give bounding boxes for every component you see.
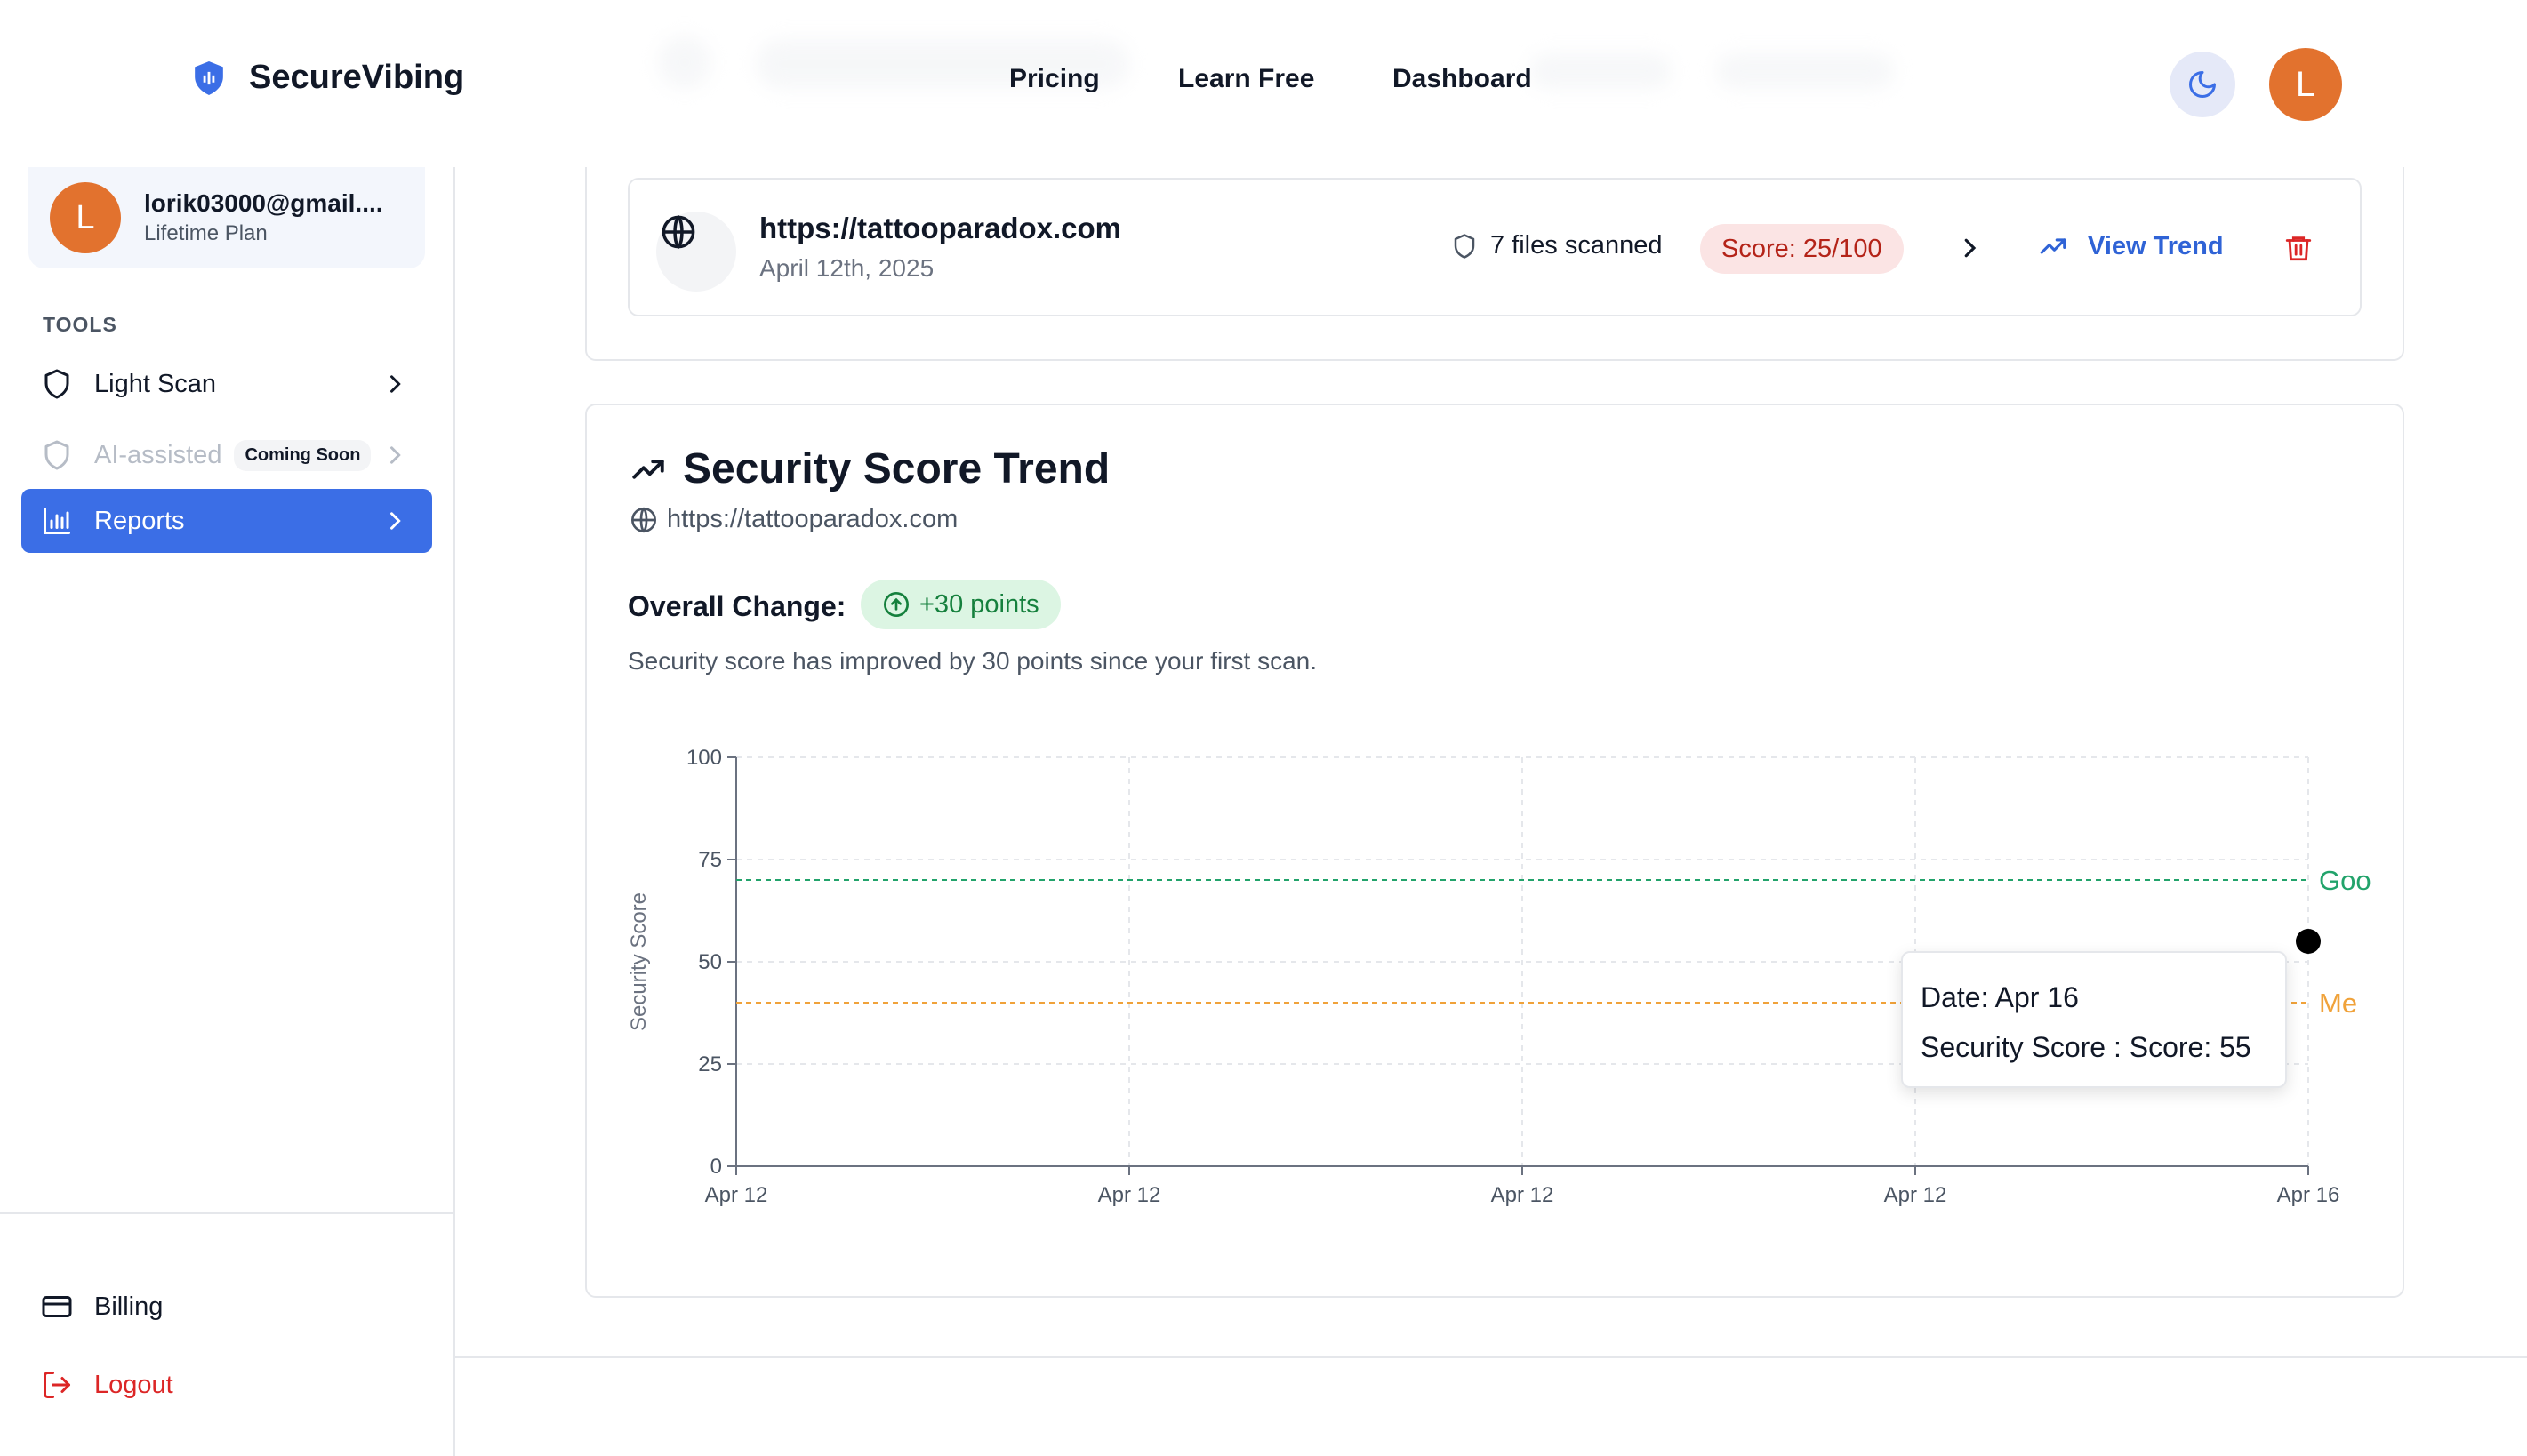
improvement-text: Security score has improved by 30 points…	[628, 647, 1318, 675]
reference-line-label: Goo	[2319, 865, 2371, 896]
view-trend-button[interactable]: View Trend	[2038, 231, 2224, 261]
data-point	[2296, 929, 2321, 954]
user-plan: Lifetime Plan	[144, 221, 268, 245]
reference-line-label: Me	[2319, 988, 2357, 1019]
shield-logo-icon	[195, 60, 223, 95]
sidebar-item-ai-assisted: AI-assisted Coming Soon	[21, 423, 432, 487]
arrow-up-circle-icon	[884, 592, 909, 617]
theme-toggle-button[interactable]	[2170, 52, 2235, 117]
sidebar-item-label: Light Scan	[94, 369, 217, 398]
y-tick-label: 75	[698, 848, 722, 872]
nav-dashboard[interactable]: Dashboard	[1392, 64, 1532, 94]
sidebar-item-label: Reports	[94, 506, 185, 535]
trend-url: https://tattooparadox.com	[630, 505, 958, 534]
overall-change-label: Overall Change:	[628, 590, 846, 622]
coming-soon-badge: Coming Soon	[234, 439, 372, 471]
trending-up-icon	[632, 459, 664, 479]
y-axis-label: Security Score	[627, 892, 651, 1031]
chevron-right-icon	[390, 446, 401, 464]
change-value: +30 points	[919, 589, 1039, 619]
y-tick-label: 25	[698, 1052, 722, 1076]
tooltip-date: Date: Apr 16	[1921, 981, 2079, 1013]
avatar: L	[50, 182, 121, 253]
y-tick-label: 100	[686, 746, 722, 770]
user-email: lorik03000@gmail....	[144, 189, 383, 217]
user-card[interactable]: L lorik03000@gmail.... Lifetime Plan	[28, 167, 425, 268]
trend-title: Security Score Trend	[630, 444, 1110, 493]
scan-url: https://tattooparadox.com	[759, 212, 1122, 244]
user-avatar[interactable]: L	[2269, 48, 2342, 121]
chevron-right-icon	[390, 512, 401, 530]
files-scanned-label: 7 files scanned	[1490, 231, 1663, 260]
trash-icon[interactable]	[2283, 233, 2314, 263]
brand-logo[interactable]: SecureVibing	[192, 59, 464, 97]
chevron-right-icon	[390, 375, 401, 393]
bar-chart-icon	[44, 508, 70, 534]
trending-up-icon	[2040, 238, 2066, 254]
sidebar-item-billing[interactable]: Billing	[21, 1275, 432, 1339]
shield-icon	[44, 440, 69, 470]
sidebar-item-logout[interactable]: Logout	[21, 1353, 432, 1417]
trend-title-text: Security Score Trend	[683, 445, 1111, 492]
sidebar-item-label: AI-assisted	[94, 440, 222, 469]
shield-icon	[1454, 233, 1475, 259]
logout-icon	[44, 1372, 70, 1398]
chart-tooltip: Date: Apr 16 Security Score : Score: 55	[1901, 951, 2287, 1088]
tooltip-score: Security Score : Score: 55	[1921, 1031, 2251, 1063]
credit-card-icon	[42, 1296, 72, 1317]
brand-name: SecureVibing	[249, 59, 465, 96]
tools-heading: TOOLS	[43, 313, 117, 336]
x-tick-label: Apr 12	[705, 1183, 768, 1207]
moon-icon	[2189, 71, 2216, 98]
sidebar-item-light-scan[interactable]: Light Scan	[21, 352, 432, 416]
globe-icon	[631, 506, 656, 533]
x-tick-label: Apr 16	[2277, 1183, 2340, 1207]
x-tick-label: Apr 12	[1098, 1183, 1161, 1207]
x-tick-label: Apr 12	[1491, 1183, 1554, 1207]
change-badge: +30 points	[861, 580, 1061, 629]
nav-pricing[interactable]: Pricing	[1009, 64, 1100, 94]
top-header: SecureVibing Pricing Learn Free Dashboar…	[0, 0, 2527, 167]
sidebar-divider	[0, 1212, 455, 1214]
globe-icon	[662, 214, 695, 250]
x-tick-label: Apr 12	[1884, 1183, 1947, 1207]
sidebar-item-reports[interactable]: Reports	[21, 489, 432, 553]
footer-divider	[455, 1356, 2527, 1358]
nav-learn-free[interactable]: Learn Free	[1178, 64, 1314, 94]
files-scanned: 7 files scanned	[1451, 231, 1662, 260]
trend-url-text: https://tattooparadox.com	[667, 505, 959, 533]
sidebar: L lorik03000@gmail.... Lifetime Plan TOO…	[0, 167, 455, 1456]
sidebar-item-label: Logout	[94, 1370, 173, 1399]
chevron-right-icon[interactable]	[1956, 235, 1983, 261]
y-tick-label: 0	[710, 1155, 722, 1179]
y-tick-label: 50	[698, 950, 722, 974]
view-trend-label: View Trend	[2088, 231, 2224, 260]
shield-icon	[44, 369, 69, 399]
sidebar-item-label: Billing	[94, 1292, 164, 1321]
scan-row[interactable]: https://tattooparadox.com April 12th, 20…	[628, 178, 2362, 316]
scan-date: April 12th, 2025	[759, 254, 935, 282]
score-badge: Score: 25/100	[1700, 224, 1904, 274]
